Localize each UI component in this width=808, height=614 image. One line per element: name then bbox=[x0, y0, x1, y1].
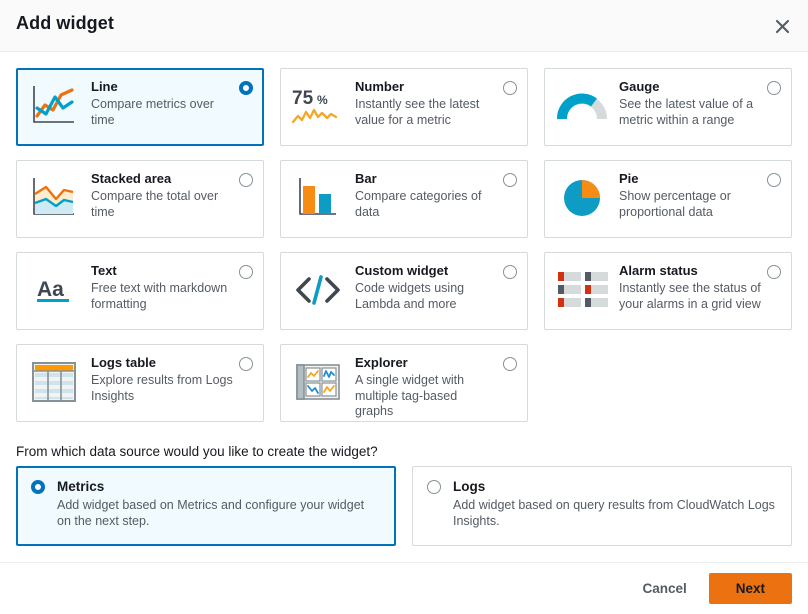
line-chart-icon bbox=[26, 78, 82, 134]
widget-option-radio[interactable] bbox=[239, 265, 253, 279]
text-aa-icon: Aa bbox=[26, 262, 82, 318]
add-widget-dialog: Add widget Line Compare metrics over tim… bbox=[0, 0, 808, 614]
close-icon[interactable] bbox=[766, 10, 798, 42]
widget-option-pie[interactable]: Pie Show percentage or proportional data bbox=[544, 160, 792, 238]
data-source-option-logs[interactable]: Logs Add widget based on query results f… bbox=[412, 466, 792, 546]
widget-option-title: Alarm status bbox=[619, 263, 761, 279]
widget-option-line[interactable]: Line Compare metrics over time bbox=[16, 68, 264, 146]
widget-option-title: Explorer bbox=[355, 355, 497, 371]
widget-option-text[interactable]: Aa Text Free text with markdown formatti… bbox=[16, 252, 264, 330]
widget-option-number[interactable]: 75 % Number Instantly see the latest val… bbox=[280, 68, 528, 146]
stacked-area-chart-icon bbox=[26, 170, 82, 226]
data-source-desc: Add widget based on query results from C… bbox=[453, 497, 777, 529]
widget-option-title: Bar bbox=[355, 171, 497, 187]
widget-option-desc: See the latest value of a metric within … bbox=[619, 97, 761, 128]
data-source-radio-metrics[interactable] bbox=[31, 480, 45, 494]
widget-option-desc: Compare metrics over time bbox=[91, 97, 233, 128]
cancel-button[interactable]: Cancel bbox=[628, 575, 700, 602]
data-source-title: Metrics bbox=[57, 478, 381, 495]
widget-option-radio[interactable] bbox=[503, 357, 517, 371]
widget-option-title: Pie bbox=[619, 171, 761, 187]
widget-option-radio[interactable] bbox=[503, 173, 517, 187]
widget-option-radio[interactable] bbox=[767, 173, 781, 187]
pie-chart-icon bbox=[554, 170, 610, 226]
widget-option-radio[interactable] bbox=[767, 265, 781, 279]
dialog-header: Add widget bbox=[0, 0, 808, 52]
svg-text:Aa: Aa bbox=[37, 278, 64, 301]
widget-option-desc: Free text with markdown formatting bbox=[91, 281, 233, 312]
widget-option-title: Logs table bbox=[91, 355, 233, 371]
widget-option-alarm-status[interactable]: Alarm status Instantly see the status of… bbox=[544, 252, 792, 330]
explorer-grid-icon bbox=[290, 354, 346, 410]
widget-option-radio[interactable] bbox=[503, 81, 517, 95]
widget-option-radio[interactable] bbox=[503, 265, 517, 279]
data-source-options: Metrics Add widget based on Metrics and … bbox=[16, 466, 792, 546]
widget-option-desc: Instantly see the status of your alarms … bbox=[619, 281, 761, 312]
dialog-footer: Cancel Next bbox=[0, 562, 808, 614]
widget-option-title: Text bbox=[91, 263, 233, 279]
widget-option-radio[interactable] bbox=[239, 357, 253, 371]
data-source-desc: Add widget based on Metrics and configur… bbox=[57, 497, 381, 529]
gauge-icon bbox=[554, 78, 610, 134]
widget-option-desc: Instantly see the latest value for a met… bbox=[355, 97, 497, 128]
table-icon bbox=[26, 354, 82, 410]
widget-option-title: Gauge bbox=[619, 79, 761, 95]
data-source-title: Logs bbox=[453, 478, 777, 495]
data-source-question: From which data source would you like to… bbox=[16, 444, 378, 459]
widget-option-radio[interactable] bbox=[239, 173, 253, 187]
widget-option-title: Stacked area bbox=[91, 171, 233, 187]
widget-option-desc: Explore results from Logs Insights bbox=[91, 373, 233, 404]
widget-option-desc: Code widgets using Lambda and more bbox=[355, 281, 497, 312]
widget-option-bar[interactable]: Bar Compare categories of data bbox=[280, 160, 528, 238]
widget-option-desc: Compare the total over time bbox=[91, 189, 233, 220]
data-source-radio-logs[interactable] bbox=[427, 480, 441, 494]
widget-option-custom-widget[interactable]: Custom widget Code widgets using Lambda … bbox=[280, 252, 528, 330]
widget-option-radio[interactable] bbox=[767, 81, 781, 95]
widget-option-radio[interactable] bbox=[239, 81, 253, 95]
alarm-grid-icon bbox=[554, 262, 610, 318]
data-source-option-metrics[interactable]: Metrics Add widget based on Metrics and … bbox=[16, 466, 396, 546]
next-button[interactable]: Next bbox=[709, 573, 792, 604]
widget-option-desc: Show percentage or proportional data bbox=[619, 189, 761, 220]
widget-option-title: Custom widget bbox=[355, 263, 497, 279]
page-title: Add widget bbox=[16, 13, 114, 34]
widget-option-stacked-area[interactable]: Stacked area Compare the total over time bbox=[16, 160, 264, 238]
widget-option-desc: A single widget with multiple tag-based … bbox=[355, 373, 497, 420]
widget-option-gauge[interactable]: Gauge See the latest value of a metric w… bbox=[544, 68, 792, 146]
widget-option-title: Number bbox=[355, 79, 497, 95]
number-metric-icon: 75 % bbox=[290, 78, 346, 134]
code-brackets-icon bbox=[290, 262, 346, 318]
svg-text:75: 75 bbox=[292, 88, 314, 109]
widget-option-logs-table[interactable]: Logs table Explore results from Logs Ins… bbox=[16, 344, 264, 422]
widget-option-explorer[interactable]: Explorer A single widget with multiple t… bbox=[280, 344, 528, 422]
widget-option-desc: Compare categories of data bbox=[355, 189, 497, 220]
widget-option-title: Line bbox=[91, 79, 233, 95]
svg-text:%: % bbox=[317, 93, 328, 107]
widget-type-grid: Line Compare metrics over time 75 % Numb… bbox=[16, 68, 792, 422]
bar-chart-icon bbox=[290, 170, 346, 226]
